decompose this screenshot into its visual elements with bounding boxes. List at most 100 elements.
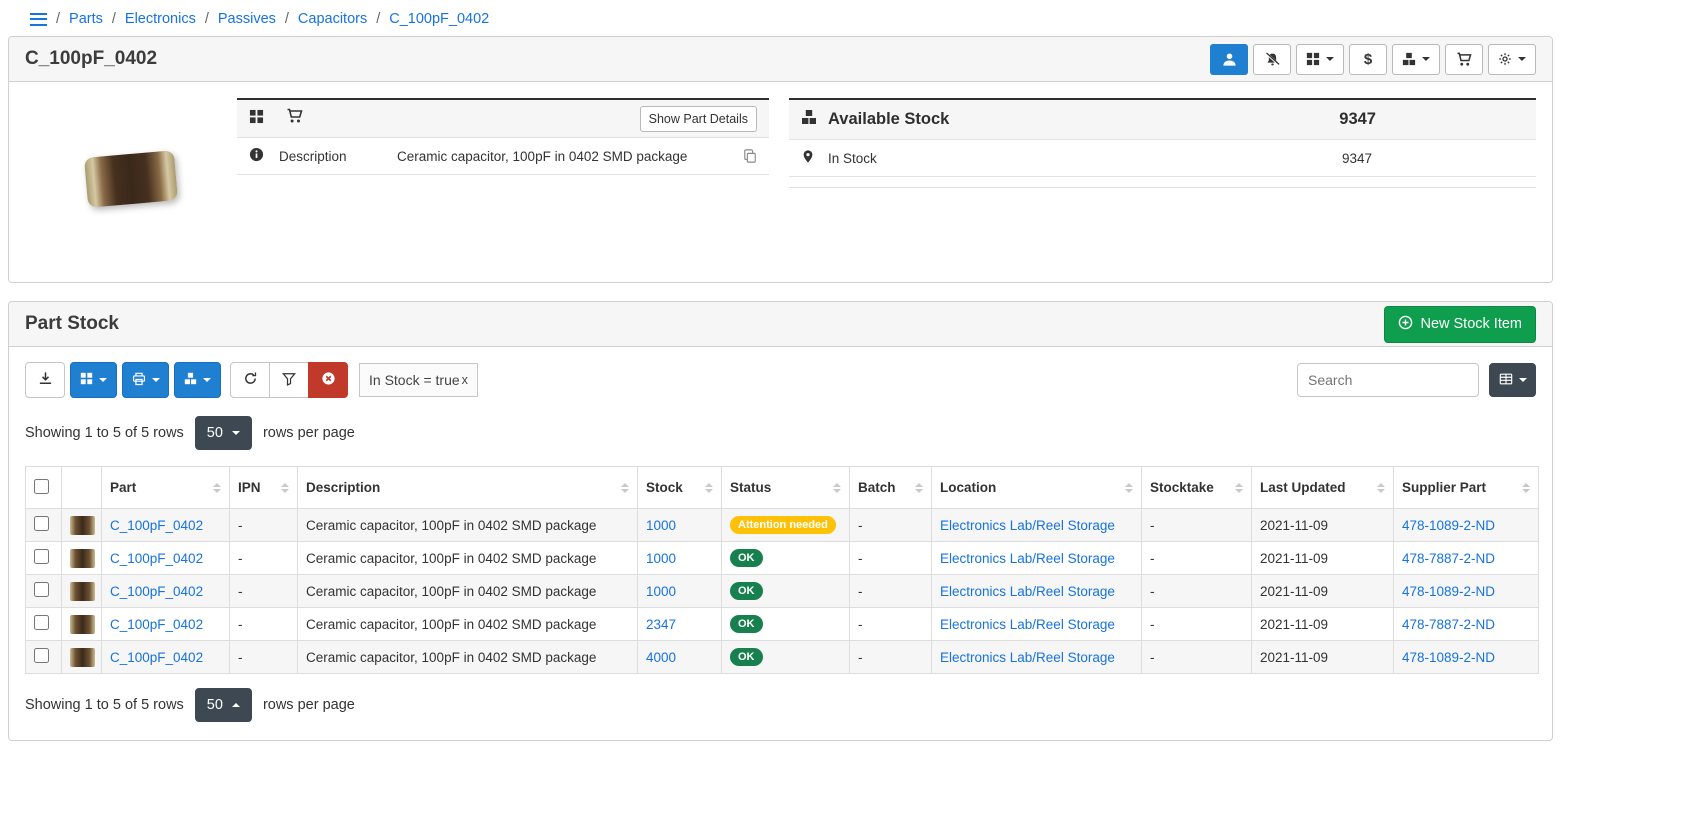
remove-filter-icon[interactable]: x <box>462 373 468 387</box>
refresh-button[interactable] <box>230 362 270 398</box>
table-row[interactable]: C_100pF_0402 - Ceramic capacitor, 100pF … <box>26 509 1539 542</box>
stock-link[interactable]: 1000 <box>646 584 676 599</box>
print-actions-dropdown[interactable] <box>122 362 169 398</box>
table-row[interactable]: C_100pF_0402 - Ceramic capacitor, 100pF … <box>26 575 1539 608</box>
part-thumbnail[interactable] <box>70 582 95 601</box>
part-detail-panel: C_100pF_0402 $ <box>8 36 1553 283</box>
cell-supplier-part: 478-1089-2-ND <box>1394 509 1539 542</box>
table-row[interactable]: C_100pF_0402 - Ceramic capacitor, 100pF … <box>26 542 1539 575</box>
column-header-description[interactable]: Description <box>298 467 638 509</box>
part-thumbnail[interactable] <box>70 615 95 634</box>
page-size-value: 50 <box>207 425 223 441</box>
row-checkbox[interactable] <box>34 549 49 564</box>
cell-select <box>26 575 62 608</box>
stock-options-dropdown[interactable] <box>174 362 221 398</box>
grid-view-dropdown[interactable] <box>70 362 117 398</box>
part-link[interactable]: C_100pF_0402 <box>110 617 203 632</box>
cell-last-updated: 2021-11-09 <box>1252 608 1394 641</box>
stock-link[interactable]: 1000 <box>646 518 676 533</box>
location-link[interactable]: Electronics Lab/Reel Storage <box>940 617 1115 632</box>
location-link[interactable]: Electronics Lab/Reel Storage <box>940 518 1115 533</box>
breadcrumb-link-parts[interactable]: Parts <box>69 11 103 27</box>
description-value: Ceramic capacitor, 100pF in 0402 SMD pac… <box>397 149 687 164</box>
select-all-checkbox[interactable] <box>34 479 49 494</box>
pricing-button[interactable]: $ <box>1349 44 1387 75</box>
part-link[interactable]: C_100pF_0402 <box>110 650 203 665</box>
part-actions-dropdown[interactable] <box>1488 44 1536 75</box>
page-size-dropdown[interactable]: 50 <box>195 416 252 450</box>
cell-select <box>26 509 62 542</box>
column-header-last-updated[interactable]: Last Updated <box>1252 467 1394 509</box>
filter-button[interactable] <box>269 362 309 398</box>
row-checkbox[interactable] <box>34 582 49 597</box>
user-icon <box>1222 52 1237 67</box>
stock-link[interactable]: 1000 <box>646 551 676 566</box>
location-link[interactable]: Electronics Lab/Reel Storage <box>940 650 1115 665</box>
new-stock-item-button[interactable]: New Stock Item <box>1384 306 1536 343</box>
available-stock-footer <box>789 177 1536 188</box>
subscribe-button[interactable] <box>1210 44 1248 75</box>
stock-link[interactable]: 2347 <box>646 617 676 632</box>
cell-stock: 2347 <box>638 608 722 641</box>
row-checkbox[interactable] <box>34 615 49 630</box>
table-row[interactable]: C_100pF_0402 - Ceramic capacitor, 100pF … <box>26 641 1539 674</box>
cell-last-updated: 2021-11-09 <box>1252 509 1394 542</box>
download-button[interactable] <box>25 362 65 398</box>
page-size-dropdown[interactable]: 50 <box>195 688 252 722</box>
breadcrumb-link-current-part[interactable]: C_100pF_0402 <box>389 11 489 27</box>
chevron-down-icon <box>203 378 211 386</box>
part-overview: Show Part Details Description Ceramic ca… <box>9 82 1552 282</box>
stock-table-body: C_100pF_0402 - Ceramic capacitor, 100pF … <box>26 509 1539 674</box>
row-checkbox[interactable] <box>34 516 49 531</box>
stock-link[interactable]: 4000 <box>646 650 676 665</box>
column-header-part[interactable]: Part <box>102 467 230 509</box>
part-link[interactable]: C_100pF_0402 <box>110 551 203 566</box>
supplier-part-link[interactable]: 478-1089-2-ND <box>1402 650 1495 665</box>
breadcrumb-link-electronics[interactable]: Electronics <box>125 11 196 27</box>
breadcrumb-link-passives[interactable]: Passives <box>218 11 276 27</box>
show-part-details-button[interactable]: Show Part Details <box>640 106 757 132</box>
stock-actions-dropdown[interactable] <box>1392 44 1440 75</box>
rows-per-page-text: rows per page <box>263 425 355 441</box>
status-badge: OK <box>730 549 763 568</box>
location-link[interactable]: Electronics Lab/Reel Storage <box>940 551 1115 566</box>
part-link[interactable]: C_100pF_0402 <box>110 584 203 599</box>
chevron-down-icon <box>99 378 107 386</box>
unsubscribe-button[interactable] <box>1253 44 1291 75</box>
supplier-part-link[interactable]: 478-7887-2-ND <box>1402 617 1495 632</box>
available-stock-panel: Available Stock 9347 In Stock 9347 <box>789 98 1536 188</box>
breadcrumb-separator: / <box>205 11 209 27</box>
column-header-ipn[interactable]: IPN <box>230 467 298 509</box>
cell-part: C_100pF_0402 <box>102 608 230 641</box>
copy-icon[interactable] <box>743 149 757 163</box>
breadcrumb-link-capacitors[interactable]: Capacitors <box>298 11 367 27</box>
order-button[interactable] <box>1445 44 1483 75</box>
column-header-stocktake[interactable]: Stocktake <box>1142 467 1252 509</box>
search-input[interactable] <box>1297 363 1479 397</box>
column-header-stock[interactable]: Stock <box>638 467 722 509</box>
menu-icon[interactable] <box>30 13 47 26</box>
part-stock-header: Part Stock New Stock Item <box>9 302 1552 347</box>
column-header-supplier-part[interactable]: Supplier Part <box>1394 467 1539 509</box>
column-header-batch[interactable]: Batch <box>850 467 932 509</box>
column-header-status[interactable]: Status <box>722 467 850 509</box>
location-link[interactable]: Electronics Lab/Reel Storage <box>940 584 1115 599</box>
table-header-row: Part IPN Description Stock Status Batch … <box>26 467 1539 509</box>
supplier-part-link[interactable]: 478-7887-2-ND <box>1402 551 1495 566</box>
barcode-actions-dropdown[interactable] <box>1296 44 1344 75</box>
part-thumbnail[interactable] <box>70 648 95 667</box>
part-thumbnail[interactable] <box>70 516 95 535</box>
column-header-location[interactable]: Location <box>932 467 1142 509</box>
table-view-dropdown[interactable] <box>1489 363 1536 397</box>
stock-table-toolbar: In Stock = true x <box>9 347 1552 408</box>
cell-stocktake: - <box>1142 575 1252 608</box>
cell-supplier-part: 478-7887-2-ND <box>1394 542 1539 575</box>
supplier-part-link[interactable]: 478-1089-2-ND <box>1402 518 1495 533</box>
part-image[interactable] <box>84 150 178 208</box>
part-thumbnail[interactable] <box>70 549 95 568</box>
table-row[interactable]: C_100pF_0402 - Ceramic capacitor, 100pF … <box>26 608 1539 641</box>
clear-filters-button[interactable] <box>308 362 348 398</box>
supplier-part-link[interactable]: 478-1089-2-ND <box>1402 584 1495 599</box>
part-link[interactable]: C_100pF_0402 <box>110 518 203 533</box>
row-checkbox[interactable] <box>34 648 49 663</box>
